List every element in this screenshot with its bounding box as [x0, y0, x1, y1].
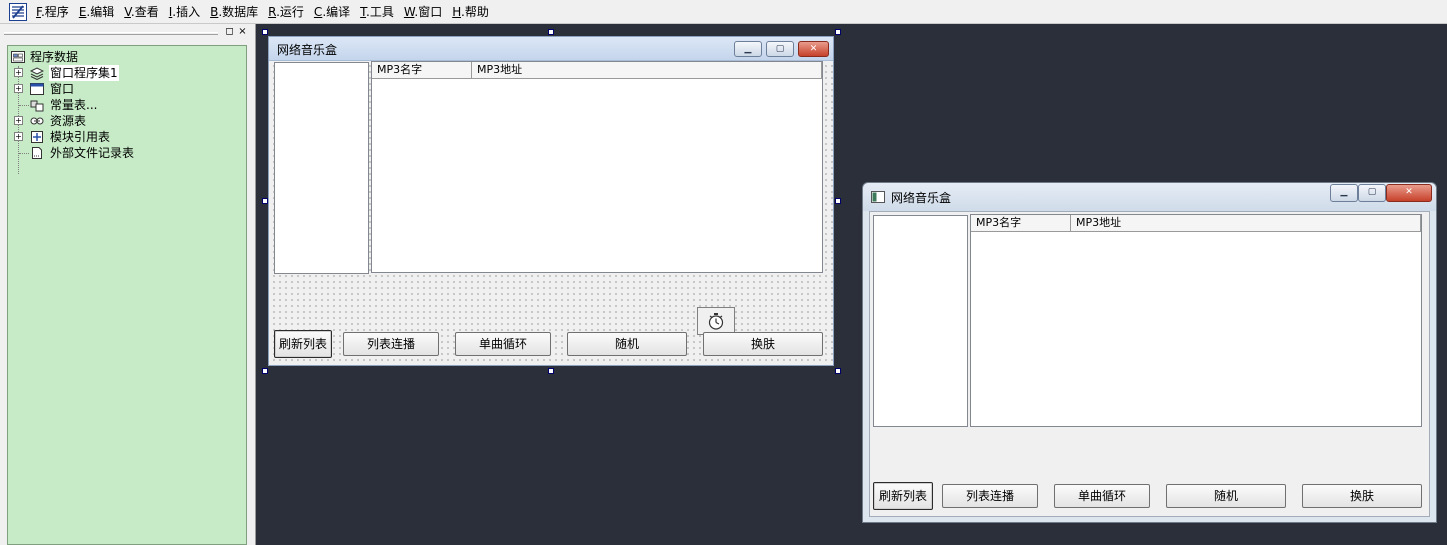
tree-item-label: 模块引用表	[50, 130, 111, 144]
change-skin-button[interactable]: 换肤	[703, 332, 823, 356]
refresh-list-button[interactable]: 刷新列表	[274, 330, 332, 358]
runtime-window-body: MP3名字 MP3地址 刷新列表 列表连播 单曲循环 随机 换肤	[869, 211, 1430, 517]
menu-tools[interactable]: T.工具	[355, 2, 399, 22]
playlist-box[interactable]	[274, 62, 369, 274]
expand-icon[interactable]: +	[14, 68, 23, 77]
maximize-icon[interactable]: ▢	[766, 41, 794, 57]
app-window-icon	[871, 191, 885, 203]
expand-icon[interactable]: +	[14, 116, 23, 125]
playlist-box[interactable]	[873, 215, 968, 427]
shuffle-button[interactable]: 随机	[567, 332, 687, 356]
panel-restore-icon[interactable]: ◻	[224, 27, 235, 38]
change-skin-button[interactable]: 换肤	[1302, 484, 1422, 508]
refresh-list-button[interactable]: 刷新列表	[873, 482, 933, 510]
tree-item-label: 外部文件记录表	[50, 146, 135, 160]
runtime-window-title: 网络音乐盒	[891, 191, 952, 205]
database-icon	[11, 51, 25, 63]
resize-handle[interactable]	[548, 29, 554, 35]
app-logo-icon	[9, 2, 27, 21]
timer-control[interactable]	[697, 307, 735, 335]
menu-bar: F.程序 E.编辑 V.查看 I.插入 B.数据库 R.运行 C.编译 T.工具…	[0, 0, 1447, 24]
column-mp3-name[interactable]: MP3名字	[372, 62, 472, 78]
runtime-window-titlebar[interactable]: 网络音乐盒 ▁ ▢ ✕	[863, 183, 1436, 211]
tree-item-label: 窗口程序集1	[49, 65, 119, 81]
expand-icon[interactable]: +	[14, 84, 23, 93]
layers-icon	[30, 67, 44, 80]
menu-database[interactable]: B.数据库	[205, 2, 263, 22]
tree-root[interactable]: 程序数据	[8, 49, 246, 65]
close-icon[interactable]: ✕	[1386, 184, 1432, 202]
menu-edit[interactable]: E.编辑	[74, 2, 119, 22]
resource-icon	[30, 117, 44, 125]
design-window-titlebar[interactable]: 网络音乐盒 ▁ ▢ ✕	[269, 37, 833, 61]
column-mp3-address[interactable]: MP3地址	[472, 62, 822, 78]
resize-handle[interactable]	[262, 368, 268, 374]
mp3-list-view[interactable]: MP3名字 MP3地址	[371, 61, 823, 273]
mp3-list-view[interactable]: MP3名字 MP3地址	[970, 214, 1422, 427]
menu-run[interactable]: R.运行	[263, 2, 309, 22]
file-icon	[32, 147, 42, 159]
menu-insert[interactable]: I.插入	[164, 2, 205, 22]
column-mp3-name[interactable]: MP3名字	[971, 215, 1071, 231]
menu-window[interactable]: W.窗口	[399, 2, 447, 22]
panel-header: ◻ ×	[0, 24, 256, 42]
tree-item-external-files[interactable]: 外部文件记录表	[8, 145, 246, 161]
design-window[interactable]: 网络音乐盒 ▁ ▢ ✕ MP3名字 MP3地址 刷新列表 列表连播 单曲循环 随…	[268, 36, 834, 366]
list-header: MP3名字 MP3地址	[372, 62, 822, 79]
menu-help[interactable]: H.帮助	[447, 2, 494, 22]
stopwatch-icon	[708, 313, 724, 330]
tree-item-window[interactable]: + 窗口	[8, 81, 246, 97]
expand-icon[interactable]: +	[14, 132, 23, 141]
resize-handle[interactable]	[835, 368, 841, 374]
resize-handle[interactable]	[548, 368, 554, 374]
program-data-panel: ◻ × 程序数据 + 窗口程序集1 + 窗口 常量表... + 资源表 + 模块…	[0, 24, 256, 545]
resize-handle[interactable]	[835, 198, 841, 204]
tree-item-window-assembly[interactable]: + 窗口程序集1	[8, 65, 246, 81]
tree-item-label: 常量表...	[50, 98, 98, 112]
list-play-button[interactable]: 列表连播	[942, 484, 1038, 508]
menu-view[interactable]: V.查看	[119, 2, 164, 22]
close-icon[interactable]: ✕	[798, 41, 829, 57]
module-icon	[31, 131, 43, 143]
tree-item-module-refs[interactable]: + 模块引用表	[8, 129, 246, 145]
menu-compile[interactable]: C.编译	[309, 2, 355, 22]
panel-close-icon[interactable]: ×	[237, 27, 248, 38]
resize-handle[interactable]	[835, 29, 841, 35]
shuffle-button[interactable]: 随机	[1166, 484, 1286, 508]
minimize-icon[interactable]: ▁	[734, 41, 762, 57]
tree-item-constants[interactable]: 常量表...	[8, 97, 246, 113]
design-window-title: 网络音乐盒	[277, 43, 338, 57]
cubes-icon	[30, 100, 44, 112]
tree-connector	[19, 105, 29, 106]
tree-item-label: 窗口	[50, 82, 75, 96]
column-mp3-address[interactable]: MP3地址	[1071, 215, 1421, 231]
program-tree: 程序数据 + 窗口程序集1 + 窗口 常量表... + 资源表 + 模块引用表 …	[7, 45, 247, 545]
tree-item-resources[interactable]: + 资源表	[8, 113, 246, 129]
list-header: MP3名字 MP3地址	[971, 215, 1421, 232]
single-loop-button[interactable]: 单曲循环	[1054, 484, 1150, 508]
maximize-icon[interactable]: ▢	[1358, 184, 1386, 202]
menu-program[interactable]: F.程序	[31, 2, 74, 22]
panel-grip[interactable]	[4, 32, 218, 35]
tree-connector	[19, 153, 29, 154]
list-play-button[interactable]: 列表连播	[343, 332, 439, 356]
tree-item-label: 资源表	[50, 114, 87, 128]
runtime-window[interactable]: 网络音乐盒 ▁ ▢ ✕ MP3名字 MP3地址 刷新列表 列表连播 单曲循环 随…	[862, 182, 1437, 523]
minimize-icon[interactable]: ▁	[1330, 184, 1358, 202]
tree-root-label: 程序数据	[30, 50, 79, 64]
window-icon	[30, 83, 44, 95]
single-loop-button[interactable]: 单曲循环	[455, 332, 551, 356]
resize-handle[interactable]	[262, 29, 268, 35]
